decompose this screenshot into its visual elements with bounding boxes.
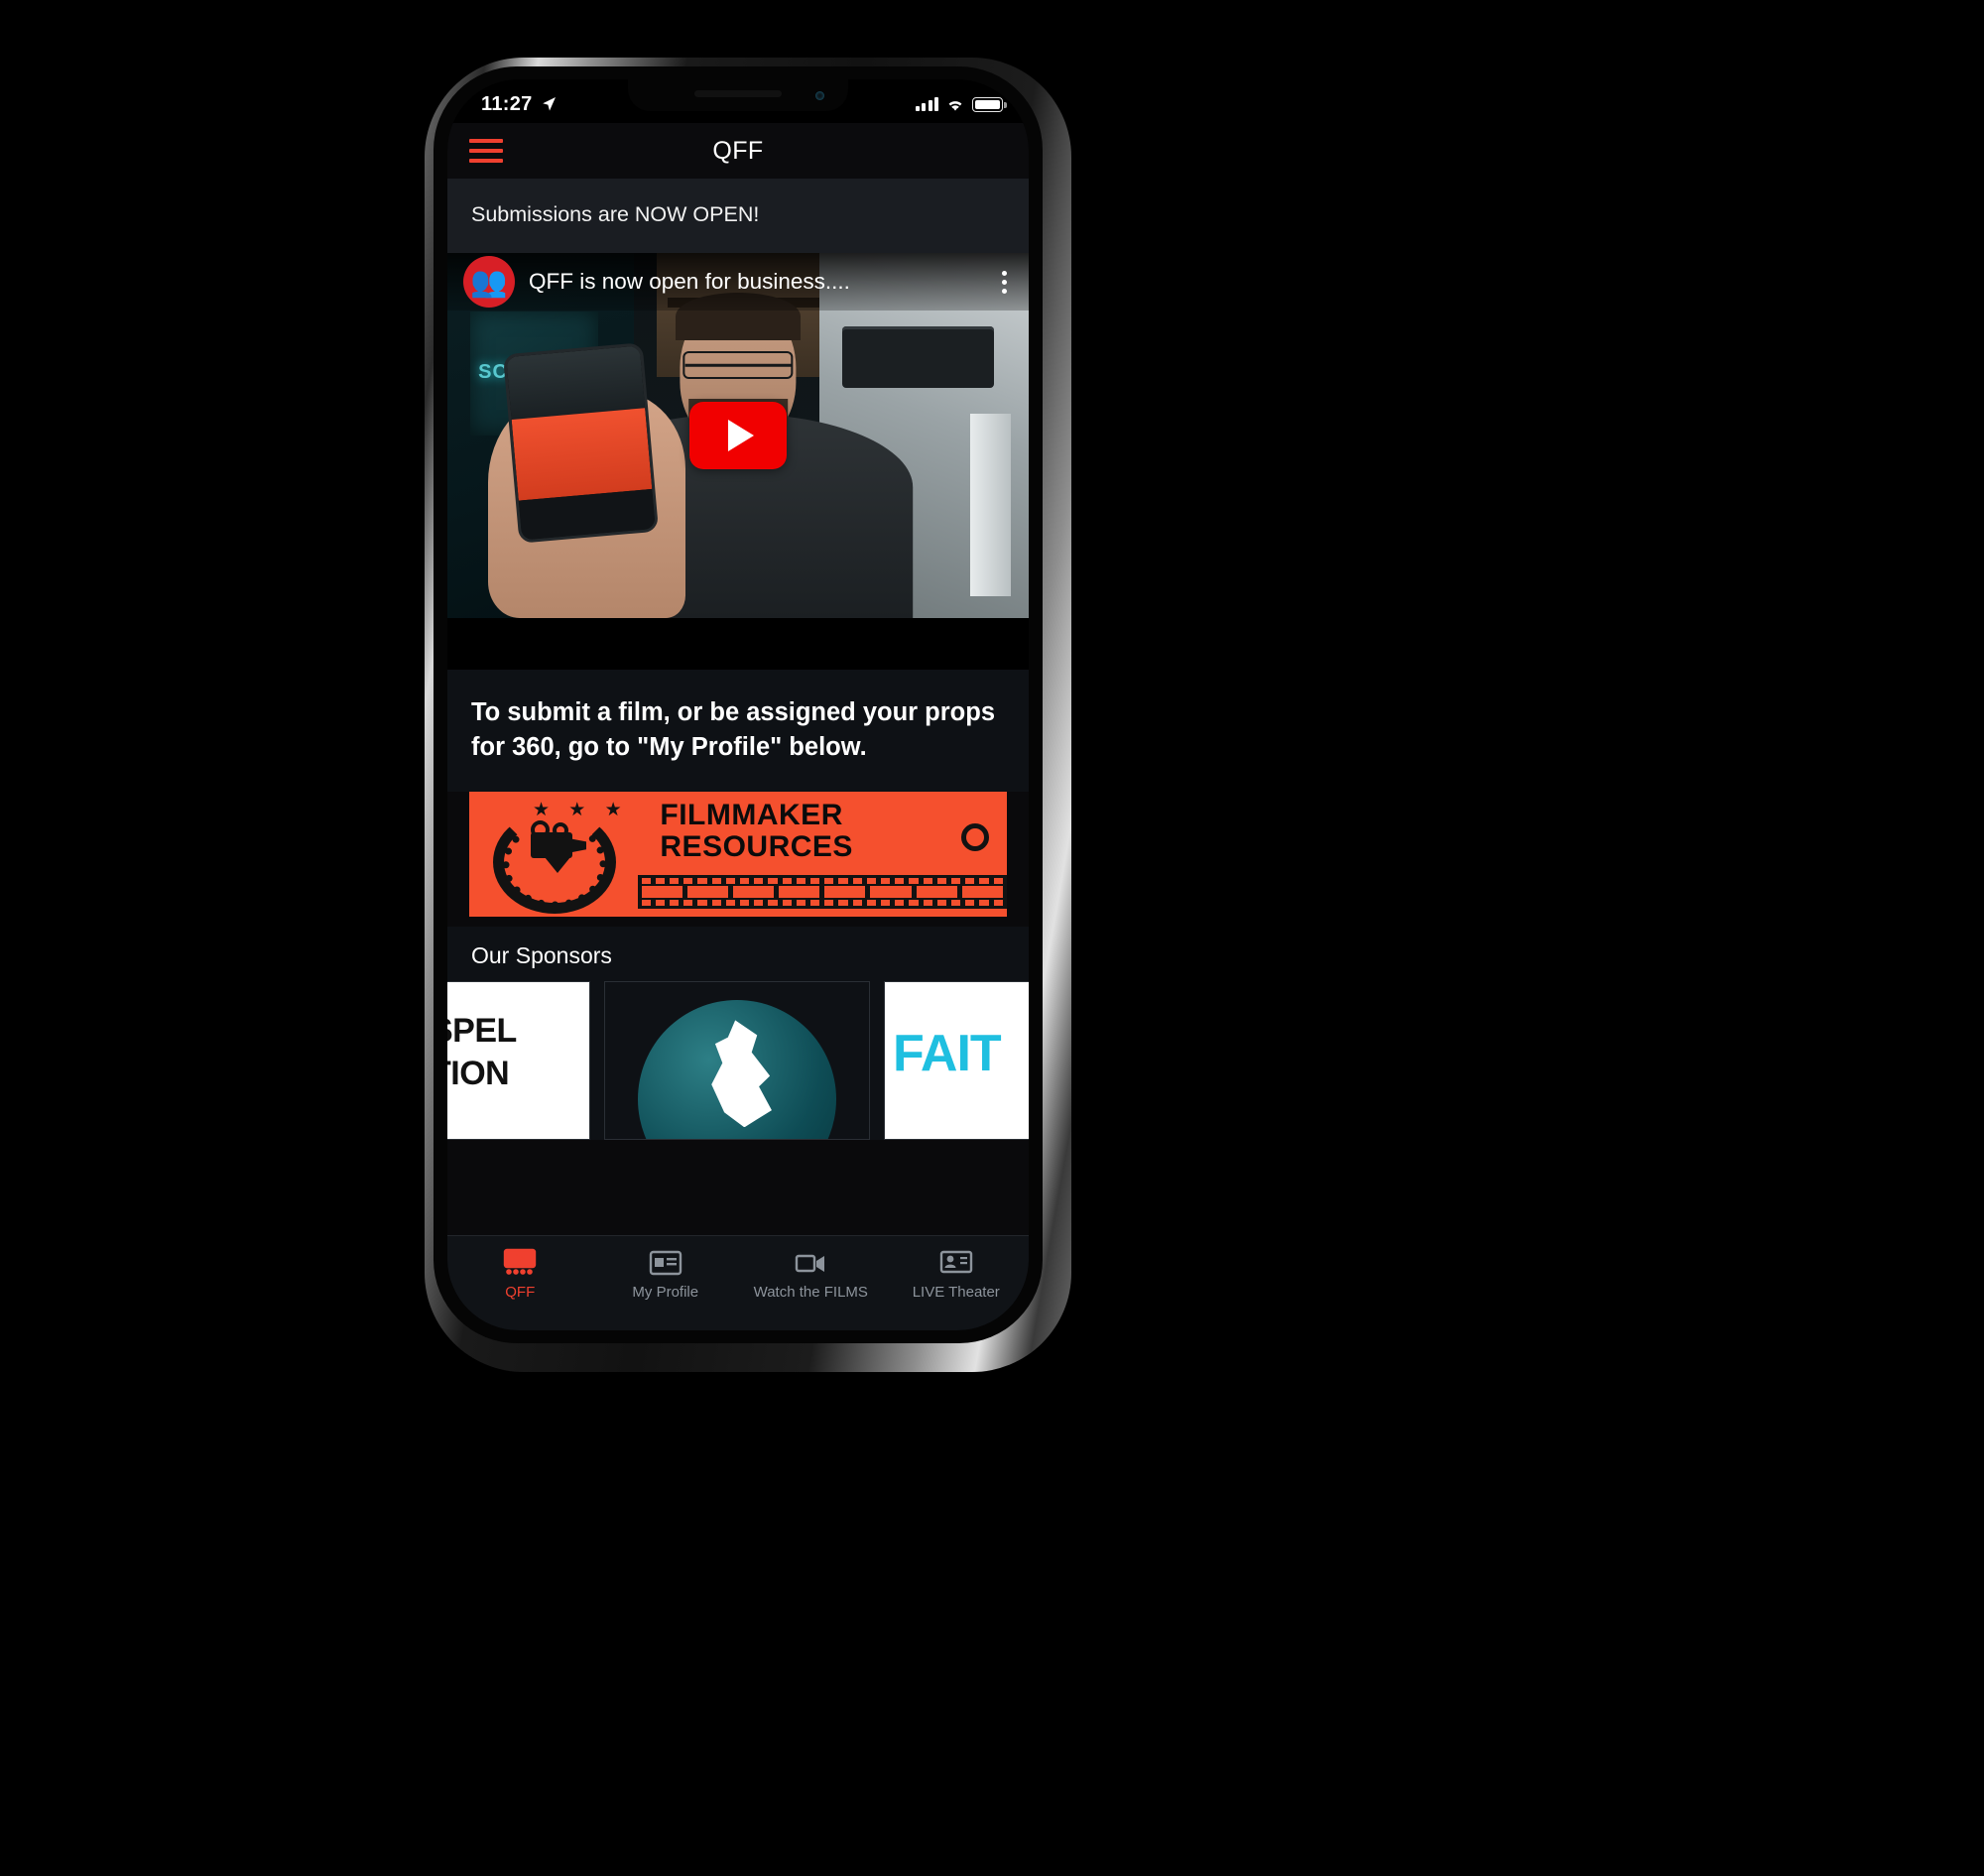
tab-live-theater-label: LIVE Theater [912, 1284, 1000, 1301]
video-title[interactable]: QFF is now open for business.... [529, 269, 979, 295]
more-options-icon[interactable] [993, 267, 1015, 298]
status-bar-left: 11:27 [481, 93, 558, 116]
circle-outline-icon [961, 823, 989, 852]
film-camera-laurel-icon: ★ ★ ★ [481, 795, 630, 915]
wifi-icon [948, 100, 962, 111]
instruction-text: To submit a film, or be assigned your pr… [447, 670, 1029, 793]
tab-watch-the-films-label: Watch the FILMS [753, 1284, 868, 1301]
sponsor-1-line-2: TION [447, 1054, 510, 1092]
youtube-play-button-icon[interactable] [689, 402, 787, 469]
front-camera-icon [815, 91, 824, 100]
sponsors-heading: Our Sponsors [447, 927, 1029, 982]
youtube-header: 👥 QFF is now open for business.... [447, 253, 1029, 311]
tab-my-profile[interactable]: My Profile [593, 1245, 739, 1301]
status-time: 11:27 [481, 92, 533, 115]
scroll-content[interactable]: Submissions are NOW OPEN! 👥 QFF is now o… [447, 179, 1029, 1235]
tab-my-profile-label: My Profile [632, 1284, 699, 1301]
youtube-footer-bar [447, 618, 1029, 670]
sponsor-faith[interactable]: FAIT [884, 981, 1029, 1141]
page-title: QFF [712, 136, 764, 165]
thumb-person-glasses [682, 351, 794, 379]
sponsor-3-line-1: FAIT [893, 1025, 1002, 1083]
cellular-bars-icon [915, 97, 938, 111]
status-bar-right [915, 96, 1007, 112]
presentation-screen-icon [884, 1245, 1030, 1281]
battery-full-icon [972, 96, 1007, 112]
film-strip-icon [637, 875, 1007, 910]
tab-live-theater[interactable]: LIVE Theater [884, 1245, 1030, 1301]
thumb-held-phone [503, 341, 660, 544]
thumb-printer [842, 325, 994, 389]
tab-watch-the-films[interactable]: Watch the FILMS [738, 1245, 884, 1301]
location-arrow-icon [542, 97, 556, 111]
banner-line-2: RESOURCES [660, 829, 853, 863]
video-camera-icon [738, 1245, 884, 1281]
tab-qff[interactable]: QFF [447, 1245, 593, 1301]
announcement-banner: Submissions are NOW OPEN! [447, 179, 1029, 253]
phone-screen: 11:27 QFF Submissions are NOW OPEN! 👥 QF… [447, 79, 1029, 1330]
film-projector-icon [447, 1245, 593, 1281]
sponsor-gospel-nation[interactable]: SPEL TION [447, 981, 590, 1141]
app-navbar: QFF [447, 123, 1029, 179]
filmmaker-resources-banner[interactable]: ★ ★ ★ FILMMAKER RESOURCES [469, 792, 1007, 918]
speaker-grille-icon [694, 90, 782, 97]
notch [628, 79, 848, 111]
phone-mockup: 11:27 QFF Submissions are NOW OPEN! 👥 QF… [415, 48, 1081, 1382]
tab-qff-label: QFF [505, 1284, 536, 1301]
bottom-tab-bar: QFF My Profile Watch the FILMS LIVE Thea… [447, 1235, 1029, 1330]
thumb-lamp [970, 413, 1012, 596]
hamburger-menu-icon[interactable] [469, 138, 503, 164]
profile-card-icon [593, 1245, 739, 1281]
qff-channel-avatar-icon[interactable]: 👥 [463, 256, 515, 308]
sponsor-globe-dove[interactable] [604, 981, 870, 1141]
sponsors-carousel[interactable]: SPEL TION FAIT [447, 981, 1029, 1141]
youtube-embed[interactable]: 👥 QFF is now open for business.... [447, 253, 1029, 670]
sponsor-1-line-1: SPEL [447, 1012, 517, 1051]
banner-line-1: FILMMAKER [660, 799, 843, 832]
